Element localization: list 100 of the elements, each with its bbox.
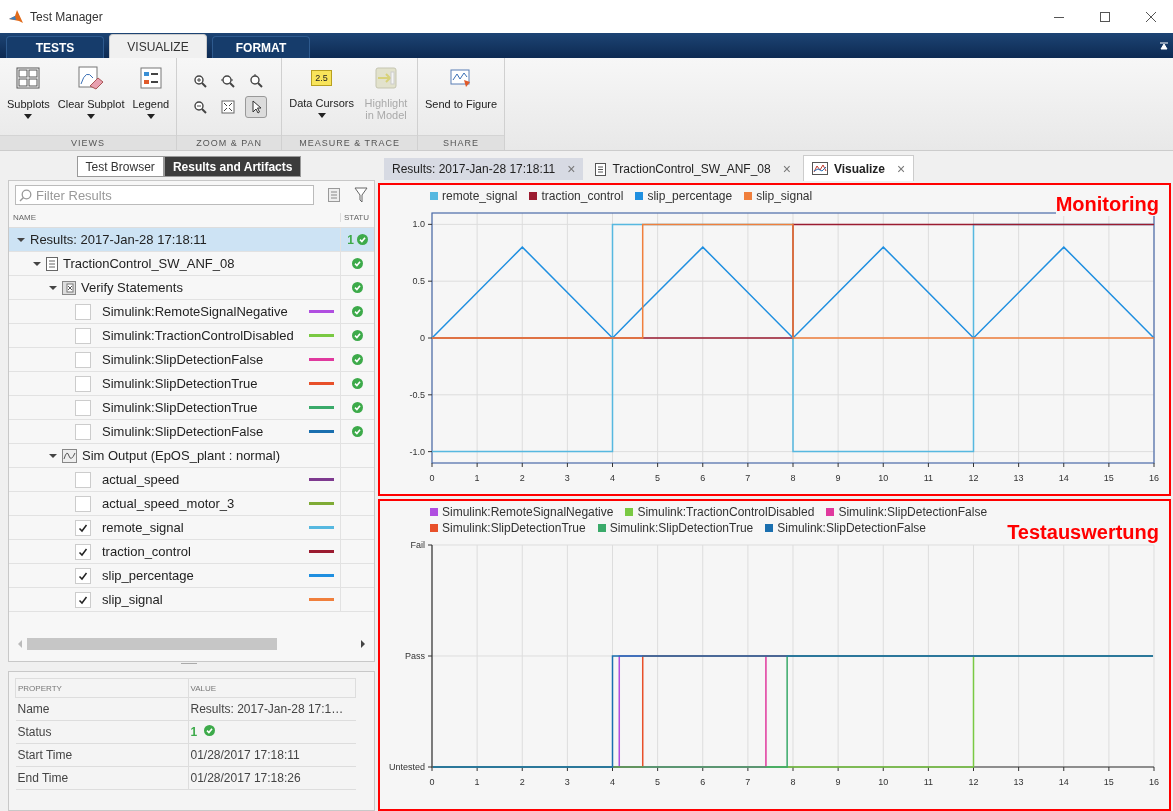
caret-icon[interactable] <box>49 283 57 292</box>
horizontal-zoom-icon <box>220 73 237 89</box>
tick-label: 9 <box>835 473 841 483</box>
verify-icon <box>62 280 76 295</box>
ribbon-button[interactable]: 2.5 Data Cursors <box>286 64 357 120</box>
property-value: 01/28/2017 17:18:26 <box>190 771 301 785</box>
tick-label: 15 <box>1103 473 1114 483</box>
tick-label: 13 <box>1013 776 1024 787</box>
tree-row[interactable]: traction_control <box>9 540 374 564</box>
tick-label: 2 <box>519 776 525 787</box>
tree-row[interactable]: slip_percentage <box>9 564 374 588</box>
tick-label: 11 <box>923 776 934 787</box>
ribbon-tab[interactable]: TESTS <box>6 36 104 58</box>
tree-row[interactable]: TractionControl_SW_ANF_08 <box>9 252 374 276</box>
tick-label: 2 <box>519 473 525 483</box>
property-value: 1 <box>190 725 198 739</box>
tree-row[interactable]: Simulink:SlipDetectionFalse <box>9 348 374 372</box>
tick-label: 16 <box>1149 473 1159 483</box>
document-tab[interactable]: Visualize × <box>802 155 915 181</box>
tree-row[interactable]: Simulink:SlipDetectionTrue <box>9 372 374 396</box>
eraser-icon <box>78 66 105 90</box>
checkmark-icon <box>78 546 88 557</box>
tree-row[interactable]: remote_signal <box>9 516 374 540</box>
tick-label: 5 <box>655 776 661 787</box>
ribbon-button[interactable]: Send to Figure <box>422 64 501 112</box>
tree-row[interactable]: Simulink:RemoteSignalNegative <box>9 300 374 324</box>
line-plot-icon <box>811 162 828 175</box>
panel-tab[interactable]: Test Browser <box>76 156 164 177</box>
caret-icon[interactable] <box>49 451 57 460</box>
tree-row[interactable]: Simulink:SlipDetectionFalse <box>9 420 374 444</box>
checkbox[interactable] <box>75 519 91 536</box>
scroll-right-icon[interactable] <box>360 640 366 648</box>
tick-label: 0 <box>429 776 435 787</box>
ribbon-button[interactable]: Clear Subplot <box>54 64 128 121</box>
panel-tab[interactable]: Results and Artifacts <box>163 156 302 177</box>
maximize-icon[interactable] <box>1099 10 1111 23</box>
tick-label: 11 <box>923 473 934 483</box>
tick-label: Untested <box>388 761 425 772</box>
checkbox[interactable] <box>75 471 91 488</box>
search-field[interactable]: Filter Results <box>15 185 314 205</box>
legend-label: Simulink:SlipDetectionFalse <box>777 520 926 535</box>
ribbon-button[interactable]: Subplots <box>4 64 53 121</box>
tab-close-button[interactable]: × <box>897 160 906 177</box>
property-name: End Time <box>15 766 188 790</box>
checkbox[interactable] <box>75 399 91 416</box>
checkbox[interactable] <box>75 375 91 392</box>
property-name: Name <box>15 697 188 721</box>
checkbox[interactable] <box>75 423 91 440</box>
close-icon[interactable] <box>1145 10 1157 23</box>
tree-label: TractionControl_SW_ANF_08 <box>63 256 236 271</box>
toolbar-button[interactable] <box>245 96 268 118</box>
tick-label: 6 <box>700 776 706 787</box>
checkbox[interactable] <box>75 543 91 560</box>
tick-label: 5 <box>655 473 661 483</box>
caret-icon[interactable] <box>33 259 41 268</box>
pass-count: 1 <box>347 232 354 247</box>
tree-row[interactable]: Verify Statements <box>9 276 374 300</box>
tree-row[interactable]: Simulink:TractionControlDisabled <box>9 324 374 348</box>
scrollbar-thumb[interactable] <box>27 638 277 650</box>
tick-label: 16 <box>1149 776 1159 787</box>
tree-row[interactable]: slip_signal <box>9 588 374 612</box>
tick-label: 3 <box>564 473 570 483</box>
tree-row[interactable]: actual_speed_motor_3 <box>9 492 374 516</box>
checkbox[interactable] <box>75 591 91 608</box>
tree-row[interactable]: Simulink:SlipDetectionTrue <box>9 396 374 420</box>
collapse-ribbon-icon[interactable] <box>1159 41 1169 51</box>
tick-label: 0 <box>429 473 435 483</box>
tree-label: Simulink:SlipDetectionTrue <box>102 400 259 415</box>
column-header: NAME <box>12 212 38 222</box>
document-tab[interactable]: Results: 2017-Jan-28 17:18:11 × <box>384 158 584 180</box>
ribbon-button[interactable]: Legend <box>129 64 173 121</box>
checkbox[interactable] <box>75 327 91 344</box>
tree-row[interactable]: Results: 2017-Jan-28 17:18:11 1 <box>9 228 374 252</box>
tab-close-button[interactable]: × <box>782 161 791 177</box>
section-label: SHARE <box>418 135 505 150</box>
filter-icon[interactable] <box>354 187 368 203</box>
tick-label: 14 <box>1058 776 1069 787</box>
tree-row[interactable]: actual_speed <box>9 468 374 492</box>
tick-label: 4 <box>610 776 615 787</box>
caret-icon <box>24 114 33 119</box>
annotation-label: Monitoring <box>1055 193 1159 216</box>
property-value: Results: 2017-Jan-28 17:1… <box>190 702 344 716</box>
checkbox[interactable] <box>75 495 91 512</box>
tree-label: slip_percentage <box>102 568 195 583</box>
caret-icon[interactable] <box>17 235 25 244</box>
vertical-zoom-icon <box>248 73 265 89</box>
tab-label: Results: 2017-Jan-28 17:18:11 <box>392 162 556 176</box>
tick-label: Pass <box>405 650 425 661</box>
tree-label: Results: 2017-Jan-28 17:18:11 <box>30 232 208 247</box>
ribbon-tab[interactable]: VISUALIZE <box>109 34 207 58</box>
checkbox[interactable] <box>75 351 91 368</box>
checkbox[interactable] <box>75 567 91 584</box>
app-logo-icon <box>8 8 24 25</box>
caret-icon <box>87 114 96 119</box>
tick-label: 4 <box>610 473 615 483</box>
tick-label: 10 <box>878 776 889 787</box>
checkbox[interactable] <box>75 303 91 320</box>
tree-row[interactable]: Sim Output (EpOS_plant : normal) <box>9 444 374 468</box>
tree-label: Simulink:SlipDetectionFalse <box>102 352 265 367</box>
ribbon-tab[interactable]: FORMAT <box>212 36 310 58</box>
